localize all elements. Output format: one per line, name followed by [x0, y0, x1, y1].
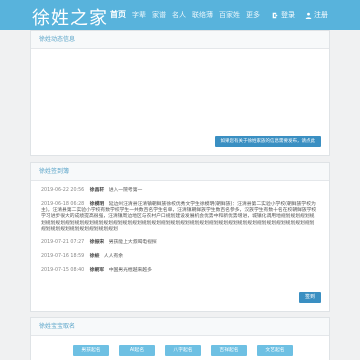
entry-name[interactable]: 徐蛟 — [90, 254, 100, 259]
nav-item-surnames[interactable]: 百家姓 — [219, 10, 240, 20]
entry-time: 2019-07-15 08:40 — [41, 267, 85, 273]
entry-time: 2019-07-21 07:27 — [41, 240, 85, 246]
nav-item-more[interactable]: 更多 — [246, 10, 260, 20]
login-label: 登录 — [281, 11, 295, 19]
list-item: 2019-06-18 06:28 徐模明 延边州汪清县汪清镇朝鲜族徐校优秀文学生… — [41, 202, 319, 233]
tab-literary-naming[interactable]: 文艺起名 — [257, 345, 293, 356]
tab-lucky-naming[interactable]: 吉祥起名 — [211, 345, 247, 356]
entry-name[interactable]: 徐模明 — [90, 202, 104, 207]
checkin-list: 2019-06-22 20:56 徐昌轩 进入一院考第一 2019-06-18 … — [31, 188, 329, 275]
list-item: 2019-07-21 07:27 徐振宋 男孩能上大叔喝电视探 — [41, 240, 319, 247]
nav-item-contacts[interactable]: 联络薄 — [192, 10, 213, 20]
list-item: 2019-06-22 20:56 徐昌轩 进入一院考第一 — [41, 188, 319, 195]
entry-time: 2019-06-22 20:56 — [41, 188, 85, 193]
register-link[interactable]: 注册 — [305, 10, 328, 20]
entry-time: 2019-06-18 06:28 — [41, 201, 85, 207]
entry-message: 男孩能上大叔喝电视探 — [108, 240, 157, 246]
entry-name[interactable]: 徐振宋 — [90, 240, 104, 245]
register-label: 注册 — [314, 11, 328, 19]
nav-item-home[interactable]: 首页 — [110, 9, 126, 20]
list-item: 2019-07-16 18:59 徐蛟 人人有余 — [41, 254, 319, 261]
checkin-panel: 徐姓签到簿 2019-06-22 20:56 徐昌轩 进入一院考第一 2019-… — [30, 162, 330, 312]
tab-ai-naming[interactable]: AI起名 — [119, 345, 155, 356]
account-links: 登录 注册 — [272, 10, 328, 20]
naming-panel-title: 徐姓宝宝取名 — [31, 318, 329, 336]
entry-message: 人人有余 — [103, 254, 124, 260]
naming-panel: 徐姓宝宝取名 男孩起名 AI起名 八字起名 吉祥起名 文艺起名 — [30, 317, 330, 360]
news-panel-title: 徐姓动态信息 — [31, 31, 329, 49]
login-icon — [272, 12, 278, 18]
checkin-panel-title: 徐姓签到簿 — [31, 163, 329, 181]
nav-item-celebrities[interactable]: 名人 — [172, 10, 186, 20]
entry-time: 2019-07-16 18:59 — [41, 254, 85, 260]
entry-name[interactable]: 徐朝军 — [90, 268, 104, 273]
naming-tabs: 男孩起名 AI起名 八字起名 吉祥起名 文艺起名 — [73, 345, 293, 356]
user-icon — [305, 12, 312, 19]
top-navigation-bar: 徐姓之家 首页 字辈 家谱 名人 联络薄 百家姓 更多 登录 注册 — [0, 0, 360, 30]
entry-message: 进入一院考第一 — [108, 188, 143, 193]
news-panel: 徐姓动态信息 如果您有关于徐姓家族的信息需要发布，请点此 — [30, 30, 330, 156]
main-nav: 首页 字辈 家谱 名人 联络薄 百家姓 更多 — [110, 10, 266, 20]
site-logo[interactable]: 徐姓之家 — [32, 4, 108, 30]
tab-bazi-naming[interactable]: 八字起名 — [165, 345, 201, 356]
post-notice-button[interactable]: 如果您有关于徐姓家族的信息需要发布，请点此 — [214, 136, 321, 147]
tab-boy-naming[interactable]: 男孩起名 — [73, 345, 109, 356]
entry-name[interactable]: 徐昌轩 — [90, 188, 104, 193]
list-item: 2019-07-15 08:40 徐朝军 中国男光棍越来越多 — [41, 268, 319, 275]
nav-item-generation[interactable]: 字辈 — [132, 10, 146, 20]
checkin-button[interactable]: 签到 — [298, 292, 321, 303]
login-link[interactable]: 登录 — [272, 10, 295, 20]
entry-message: 中国男光棍越来越多 — [108, 267, 152, 273]
nav-item-genealogy[interactable]: 家谱 — [152, 10, 166, 20]
